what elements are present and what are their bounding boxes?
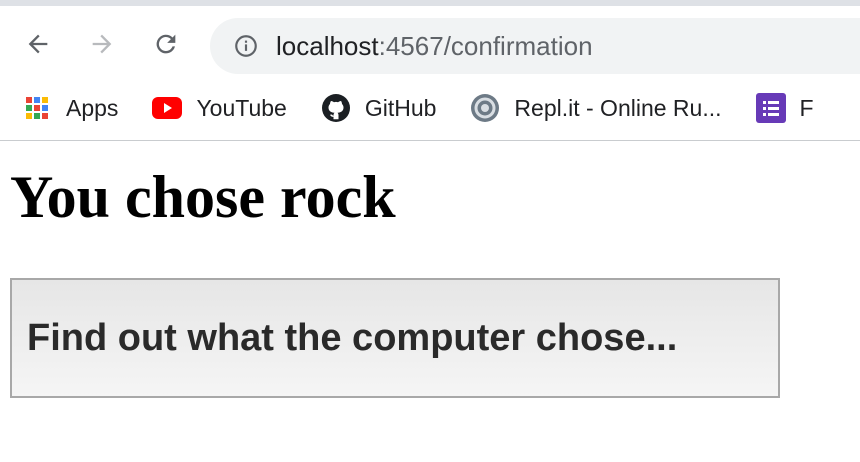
url-path: :4567/confirmation <box>378 30 593 61</box>
bookmark-label: YouTube <box>196 94 287 121</box>
bookmark-forms[interactable]: F <box>755 93 814 123</box>
forward-button[interactable] <box>84 26 120 62</box>
bookmark-github[interactable]: GitHub <box>321 93 437 123</box>
page-content: You chose rock Find out what the compute… <box>0 163 860 398</box>
browser-toolbar: localhost:4567/confirmation <box>0 6 860 76</box>
apps-grid-icon <box>22 93 52 123</box>
url-host: localhost <box>276 30 379 61</box>
bookmark-label: F <box>799 94 814 121</box>
find-computer-choice-button[interactable]: Find out what the computer chose... <box>10 278 780 398</box>
bookmark-apps[interactable]: Apps <box>22 93 118 123</box>
reload-button[interactable] <box>148 26 184 62</box>
bookmark-replit[interactable]: Repl.it - Online Ru... <box>470 93 722 123</box>
github-icon <box>321 93 351 123</box>
bookmark-youtube[interactable]: YouTube <box>152 93 287 123</box>
replit-icon <box>470 93 500 123</box>
bookmarks-bar: Apps YouTube GitHub Repl.it - Online Ru.… <box>0 76 860 141</box>
info-icon[interactable] <box>232 32 260 60</box>
bookmark-label: Apps <box>66 94 119 121</box>
bookmark-label: GitHub <box>364 94 437 121</box>
forward-arrow-icon <box>92 34 112 54</box>
back-arrow-icon <box>28 34 48 54</box>
youtube-icon <box>152 93 183 123</box>
page-heading: You chose rock <box>10 164 396 230</box>
forms-icon <box>755 93 786 123</box>
reload-icon <box>156 34 176 54</box>
address-bar[interactable]: localhost:4567/confirmation <box>210 18 860 74</box>
url-text[interactable]: localhost:4567/confirmation <box>276 31 593 62</box>
bookmark-label: Repl.it - Online Ru... <box>514 94 722 121</box>
back-button[interactable] <box>20 26 56 62</box>
